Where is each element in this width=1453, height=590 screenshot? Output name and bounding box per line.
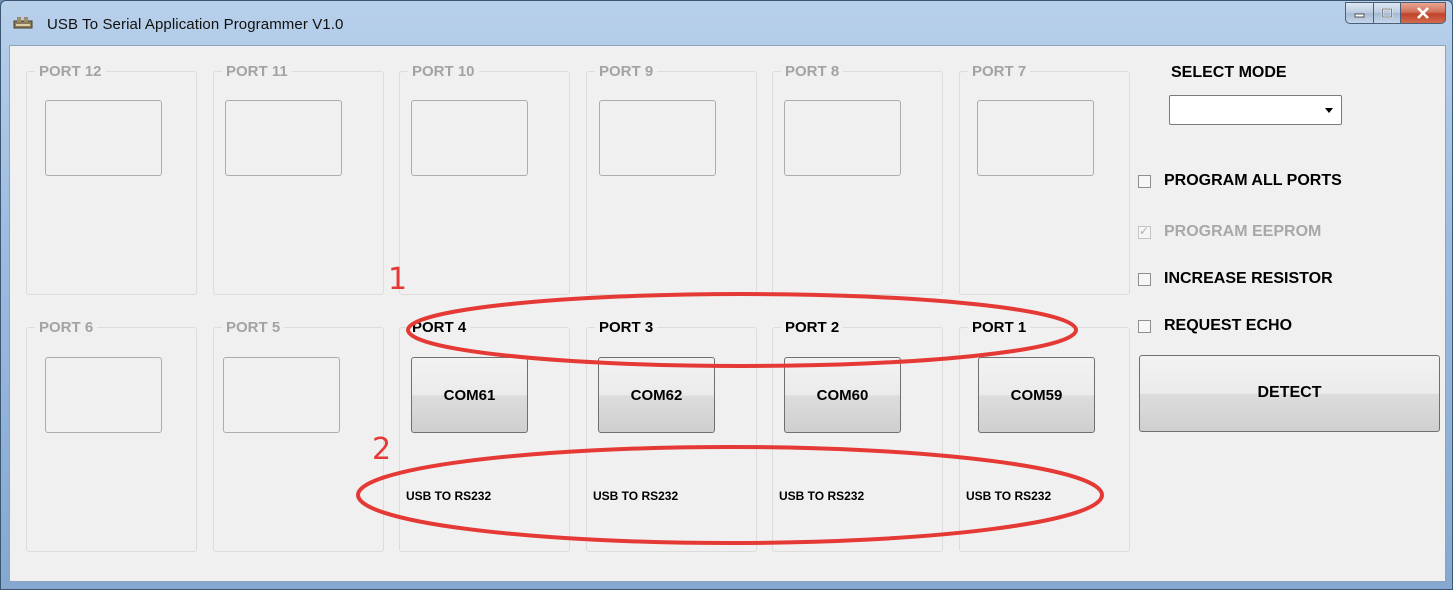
annotation-ellipse-2 xyxy=(356,445,1104,545)
annotation-number-2: 2 xyxy=(372,432,392,467)
annotation-overlay xyxy=(356,292,1104,545)
annotation-ellipse-1 xyxy=(406,292,1078,368)
annotation-number-1: 1 xyxy=(388,262,408,297)
